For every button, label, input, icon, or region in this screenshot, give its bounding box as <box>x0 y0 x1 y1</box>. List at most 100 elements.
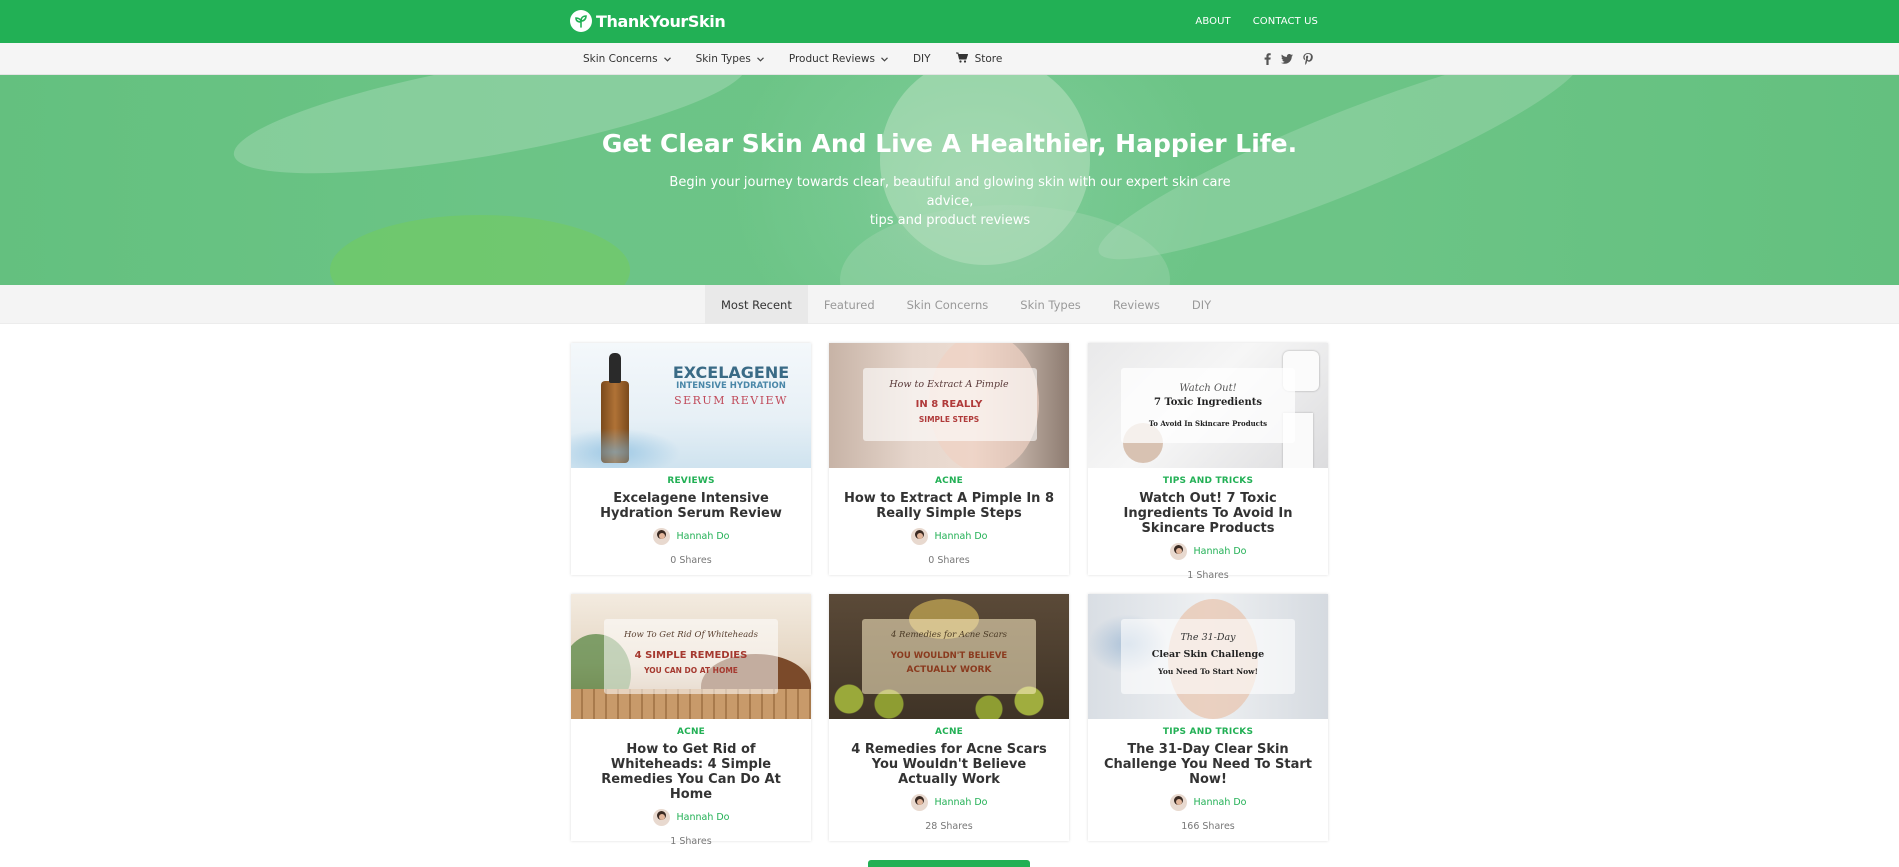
tab-skin-types[interactable]: Skin Types <box>1004 285 1097 324</box>
author-name: Hannah Do <box>1193 797 1247 808</box>
pinterest-icon[interactable] <box>1303 53 1313 65</box>
shopping-cart-icon <box>955 52 968 66</box>
post-title[interactable]: How to Extract A Pimple In 8 Really Simp… <box>843 491 1055 521</box>
post-author[interactable]: Hannah Do <box>1088 543 1328 560</box>
post-category[interactable]: ACNE <box>829 476 1069 486</box>
nav-skin-concerns[interactable]: Skin Concerns <box>583 53 671 65</box>
author-name: Hannah Do <box>676 531 730 542</box>
thumb-text-line: SIMPLE STEPS <box>918 415 980 424</box>
post-title[interactable]: 4 Remedies for Acne Scars You Wouldn't B… <box>843 742 1055 787</box>
tab-diy[interactable]: DIY <box>1176 285 1227 324</box>
thumb-text-line: 4 Remedies for Acne Scars <box>890 630 1008 640</box>
post-title[interactable]: How to Get Rid of Whiteheads: 4 Simple R… <box>585 742 797 802</box>
post-title[interactable]: The 31-Day Clear Skin Challenge You Need… <box>1102 742 1314 787</box>
post-thumbnail[interactable]: Watch Out! 7 Toxic Ingredients To Avoid … <box>1088 343 1328 468</box>
thumb-text-line: YOU CAN DO AT HOME <box>644 666 738 675</box>
author-name: Hannah Do <box>676 812 730 823</box>
hero-grass <box>330 215 630 285</box>
thumb-text-line: 4 SIMPLE REMEDIES <box>634 650 748 661</box>
thumb-text-line: EXCELAGENE <box>672 363 790 382</box>
share-count: 1 Shares <box>1187 570 1229 581</box>
nav-skin-types[interactable]: Skin Types <box>696 53 764 65</box>
nav-product-reviews[interactable]: Product Reviews <box>789 53 888 65</box>
thumb-text-line: INTENSIVE HYDRATION <box>676 381 786 391</box>
nav-diy[interactable]: DIY <box>913 53 931 65</box>
thumb-text-line: IN 8 REALLY <box>915 399 983 410</box>
chevron-down-icon <box>756 53 764 65</box>
hero-subtitle-line: Begin your journey towards clear, beauti… <box>669 175 1231 209</box>
about-link[interactable]: ABOUT <box>1195 16 1230 27</box>
post-card[interactable]: The 31-Day Clear Skin Challenge You Need… <box>1088 594 1328 841</box>
share-count: 28 Shares <box>925 821 973 832</box>
share-count: 1 Shares <box>670 836 712 847</box>
post-card[interactable]: How to Extract A Pimple IN 8 REALLY SIMP… <box>829 343 1069 575</box>
chevron-down-icon <box>663 53 671 65</box>
avatar <box>910 528 928 545</box>
post-thumbnail[interactable]: The 31-Day Clear Skin Challenge You Need… <box>1088 594 1328 719</box>
post-author[interactable]: Hannah Do <box>829 528 1069 545</box>
hero-title: Get Clear Skin And Live A Healthier, Hap… <box>601 129 1298 158</box>
thumb-text-line: How To Get Rid Of Whiteheads <box>623 630 759 640</box>
post-author[interactable]: Hannah Do <box>1088 794 1328 811</box>
post-category[interactable]: TIPS AND TRICKS <box>1088 727 1328 737</box>
tab-featured[interactable]: Featured <box>808 285 891 324</box>
thumb-text-line: Clear Skin Challenge <box>1151 649 1265 660</box>
post-thumbnail[interactable]: EXCELAGENE INTENSIVE HYDRATION SERUM REV… <box>571 343 811 468</box>
post-title[interactable]: Watch Out! 7 Toxic Ingredients To Avoid … <box>1102 491 1314 536</box>
contact-us-link[interactable]: CONTACT US <box>1253 16 1318 27</box>
post-card[interactable]: How To Get Rid Of Whiteheads 4 SIMPLE RE… <box>571 594 811 847</box>
post-title[interactable]: Excelagene Intensive Hydration Serum Rev… <box>585 491 797 521</box>
top-bar: ThankYourSkin ABOUT CONTACT US <box>0 0 1899 43</box>
nav-label: Product Reviews <box>788 53 875 65</box>
thumb-text-line: ACTUALLY WORK <box>906 665 992 675</box>
tab-most-recent[interactable]: Most Recent <box>705 285 808 324</box>
avatar <box>1169 794 1187 811</box>
thumb-text-line: To Avoid In Skincare Products <box>1148 419 1268 428</box>
post-filter-bar: Most Recent Featured Skin Concerns Skin … <box>0 285 1899 324</box>
thumb-text-line: YOU WOULDN'T BELIEVE <box>890 651 1008 661</box>
site-logo-text: ThankYourSkin <box>596 11 726 31</box>
post-category[interactable]: TIPS AND TRICKS <box>1088 476 1328 486</box>
facebook-icon[interactable] <box>1264 53 1271 65</box>
social-links <box>1264 43 1313 75</box>
post-thumbnail[interactable]: How to Extract A Pimple IN 8 REALLY SIMP… <box>829 343 1069 468</box>
post-author[interactable]: Hannah Do <box>829 794 1069 811</box>
post-category[interactable]: REVIEWS <box>571 476 811 486</box>
nav-label: DIY <box>912 53 931 65</box>
water-splash-image <box>571 428 681 468</box>
author-name: Hannah Do <box>1193 546 1247 557</box>
nav-store[interactable]: Store <box>955 52 1003 66</box>
avatar <box>652 528 670 545</box>
tab-skin-concerns[interactable]: Skin Concerns <box>891 285 1005 324</box>
nav-label: Store <box>974 53 1003 65</box>
share-count: 166 Shares <box>1181 821 1235 832</box>
author-name: Hannah Do <box>934 531 988 542</box>
site-logo[interactable]: ThankYourSkin <box>570 9 726 33</box>
post-category[interactable]: ACNE <box>829 727 1069 737</box>
post-thumbnail[interactable]: How To Get Rid Of Whiteheads 4 SIMPLE RE… <box>571 594 811 719</box>
share-count: 0 Shares <box>928 555 970 566</box>
post-card[interactable]: EXCELAGENE INTENSIVE HYDRATION SERUM REV… <box>571 343 811 575</box>
twitter-icon[interactable] <box>1281 54 1293 64</box>
post-author[interactable]: Hannah Do <box>571 528 811 545</box>
load-more-button[interactable] <box>868 860 1030 867</box>
post-author[interactable]: Hannah Do <box>571 809 811 826</box>
tab-reviews[interactable]: Reviews <box>1097 285 1176 324</box>
serum-dropper-image <box>609 353 621 383</box>
top-links: ABOUT CONTACT US <box>1195 0 1318 43</box>
author-name: Hannah Do <box>934 797 988 808</box>
avatar <box>910 794 928 811</box>
nav-label: Skin Types <box>695 53 751 65</box>
thumb-text-line: You Need To Start Now! <box>1158 667 1258 676</box>
avatar <box>652 809 670 826</box>
post-card[interactable]: Watch Out! 7 Toxic Ingredients To Avoid … <box>1088 343 1328 581</box>
post-card[interactable]: 4 Remedies for Acne Scars YOU WOULDN'T B… <box>829 594 1069 841</box>
post-category[interactable]: ACNE <box>571 727 811 737</box>
thumb-text-line: The 31-Day <box>1180 632 1236 643</box>
chevron-down-icon <box>881 53 888 65</box>
share-count: 0 Shares <box>670 555 712 566</box>
hero-banner: Get Clear Skin And Live A Healthier, Hap… <box>0 75 1899 285</box>
post-thumbnail[interactable]: 4 Remedies for Acne Scars YOU WOULDN'T B… <box>829 594 1069 719</box>
nav-label: Skin Concerns <box>583 53 658 65</box>
hero-subtitle-line: tips and product reviews <box>869 213 1031 228</box>
